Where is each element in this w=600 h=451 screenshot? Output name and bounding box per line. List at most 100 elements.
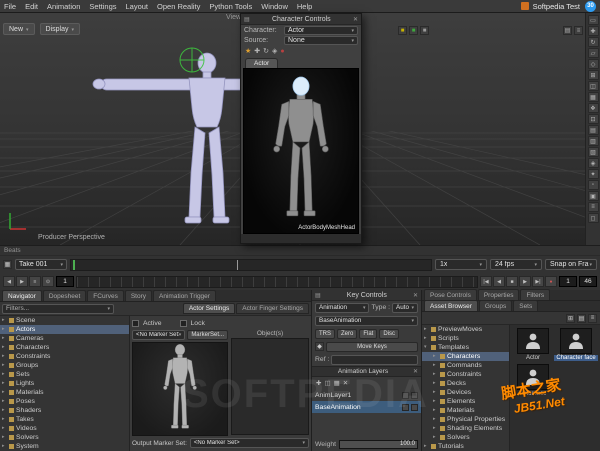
start-frame-field[interactable]: 1 xyxy=(559,276,577,287)
current-layer-dropdown[interactable]: BaseAnimation xyxy=(315,315,418,326)
character-dropdown[interactable]: Actor xyxy=(284,25,358,35)
expand-arrow-icon[interactable] xyxy=(2,426,7,431)
notification-badge[interactable]: 30 xyxy=(585,0,596,12)
display-button[interactable]: Display xyxy=(39,23,80,35)
expand-arrow-icon[interactable] xyxy=(2,399,7,404)
take-menu-icon[interactable]: ▦ xyxy=(3,260,12,269)
record-button[interactable]: ● xyxy=(545,276,557,287)
key-type-dropdown[interactable]: Auto xyxy=(392,302,418,313)
fps-dropdown[interactable]: 24 fps xyxy=(490,259,542,270)
keying-group-dropdown[interactable]: Animation xyxy=(315,302,370,313)
panel-dock-icon[interactable]: ▤ xyxy=(315,292,321,299)
scene-actor-mesh[interactable] xyxy=(85,45,255,240)
character-representation-view[interactable]: ActorBodyMeshHead xyxy=(243,68,359,234)
scene-tree-item[interactable]: Scene xyxy=(0,316,129,325)
navigator-tab[interactable]: Story xyxy=(124,290,153,301)
objects-list[interactable] xyxy=(231,338,309,435)
safe-frame-icon[interactable]: ▣ xyxy=(587,191,599,201)
speed-dropdown[interactable]: 1x xyxy=(435,259,487,270)
camera-name-label[interactable]: Producer Perspective xyxy=(38,234,105,241)
expand-arrow-icon[interactable] xyxy=(2,318,7,323)
timeline-lane[interactable] xyxy=(70,258,432,271)
details-view-icon[interactable]: ≡ xyxy=(588,313,597,323)
asset-folder-item[interactable]: PreviewMoves xyxy=(422,325,509,334)
expand-arrow-icon[interactable] xyxy=(2,345,7,350)
current-frame-field[interactable]: 1 xyxy=(56,276,74,287)
navigator-tab[interactable]: FCurves xyxy=(87,290,124,301)
play-button[interactable]: ▶ xyxy=(519,276,531,287)
layer-mute-toggle[interactable] xyxy=(402,391,409,399)
expand-arrow-icon[interactable] xyxy=(2,417,7,422)
panel-options-icon[interactable]: ≡ xyxy=(574,26,583,35)
delete-layer-icon[interactable]: ✕ xyxy=(343,379,348,387)
scene-tree-item[interactable]: Characters xyxy=(0,343,129,352)
resources-tab[interactable]: Asset Browser xyxy=(424,300,478,311)
source-dropdown[interactable]: None xyxy=(284,35,358,45)
expand-arrow-icon[interactable] xyxy=(2,408,7,413)
asset-folder-item[interactable]: Scripts xyxy=(422,334,509,343)
translate-tool-icon[interactable]: ✚ xyxy=(587,26,599,36)
scene-tree-item[interactable]: Sets xyxy=(0,370,129,379)
layout-a-icon[interactable]: ▤ xyxy=(587,125,599,135)
expand-arrow-icon[interactable] xyxy=(2,327,7,332)
expand-arrow-icon[interactable] xyxy=(433,435,438,440)
loop-icon[interactable]: ⊙ xyxy=(42,276,54,287)
zero-button[interactable]: Zero xyxy=(337,328,358,339)
next-key-icon[interactable]: ▶ xyxy=(16,276,28,287)
weight-slider[interactable]: 100.0 xyxy=(339,439,418,449)
asset-item[interactable]: Actor face xyxy=(513,364,553,397)
layer-row[interactable]: AnimLayer1 xyxy=(312,389,421,401)
stop-button[interactable]: ■ xyxy=(506,276,518,287)
asset-item[interactable]: Actor xyxy=(513,328,553,361)
expand-arrow-icon[interactable] xyxy=(433,399,438,404)
camera-switch-gray-icon[interactable]: ■ xyxy=(420,26,429,35)
scene-tree-item[interactable]: System xyxy=(0,442,129,451)
scene-tree-item[interactable]: Solvers xyxy=(0,433,129,442)
end-frame-field[interactable]: 46 xyxy=(579,276,597,287)
expand-arrow-icon[interactable] xyxy=(433,372,438,377)
expand-arrow-icon[interactable] xyxy=(2,372,7,377)
menu-item[interactable]: Window xyxy=(261,2,288,11)
plot-icon[interactable]: ↻ xyxy=(263,47,269,55)
asset-folder-item[interactable]: Shading Elements xyxy=(422,424,509,433)
camera-switch-yellow-icon[interactable]: ■ xyxy=(398,26,407,35)
navigator-tab[interactable]: Animation Trigger xyxy=(153,290,216,301)
marker-icon[interactable]: ◈ xyxy=(587,158,599,168)
resources-tab[interactable]: Properties xyxy=(477,289,520,300)
scene-tree-item[interactable]: Lights xyxy=(0,379,129,388)
frame-selection-icon[interactable]: ⊡ xyxy=(587,114,599,124)
asset-folder-item[interactable]: Tutorials xyxy=(422,442,509,451)
move-keys-button[interactable]: Move Keys xyxy=(326,341,418,352)
camera-switch-green-icon[interactable]: ■ xyxy=(409,26,418,35)
scene-tree-item[interactable]: Takes xyxy=(0,415,129,424)
menu-tool-icon[interactable]: ≡ xyxy=(587,202,599,212)
menu-item[interactable]: Open Reality xyxy=(157,2,200,11)
empty-tool-icon[interactable]: ◻ xyxy=(587,213,599,223)
frame-ruler[interactable] xyxy=(76,275,478,288)
asset-folder-item[interactable]: Constraints xyxy=(422,370,509,379)
section-close-icon[interactable]: ✕ xyxy=(413,368,418,375)
asset-folder-item[interactable]: Devices xyxy=(422,388,509,397)
grid-toggle-icon[interactable]: ⊞ xyxy=(587,70,599,80)
gizmo-icon[interactable]: ❖ xyxy=(587,103,599,113)
take-dropdown[interactable]: Take 001 xyxy=(15,259,67,270)
asset-folder-item[interactable]: Elements xyxy=(422,397,509,406)
list-view-icon[interactable]: ▤ xyxy=(577,313,586,323)
actor-preview[interactable] xyxy=(132,342,228,436)
expand-arrow-icon[interactable] xyxy=(424,336,429,341)
trs-button[interactable]: TRS xyxy=(315,328,335,339)
navigator-tab[interactable]: Dopesheet xyxy=(42,290,87,301)
character-controls-titlebar[interactable]: ▤ Character Controls ✕ xyxy=(241,14,361,25)
menu-item[interactable]: File xyxy=(4,2,16,11)
marker-set-dropdown[interactable]: <No Marker Set> xyxy=(132,330,186,340)
asset-folder-item[interactable]: Decks xyxy=(422,379,509,388)
scale-tool-icon[interactable]: ▱ xyxy=(587,48,599,58)
navigator-tab[interactable]: Navigator xyxy=(2,290,42,301)
expand-arrow-icon[interactable] xyxy=(424,444,429,449)
expand-arrow-icon[interactable] xyxy=(2,336,7,341)
play-backward-button[interactable]: ◀ xyxy=(493,276,505,287)
expand-arrow-icon[interactable] xyxy=(2,381,7,386)
prev-key-icon[interactable]: ◀ xyxy=(3,276,15,287)
layout-b-icon[interactable]: ▥ xyxy=(587,136,599,146)
expand-arrow-icon[interactable] xyxy=(424,345,429,350)
